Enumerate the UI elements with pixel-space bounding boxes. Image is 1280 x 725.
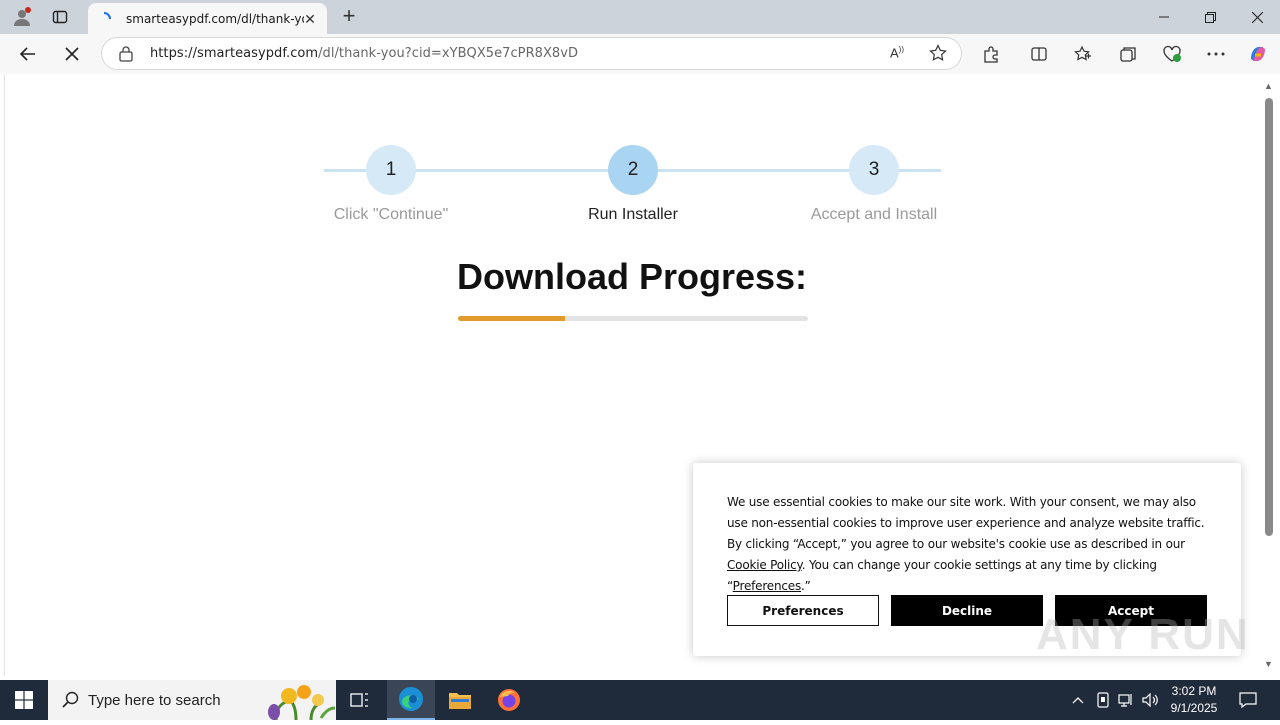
scroll-thumb[interactable] (1265, 98, 1273, 536)
network-icon[interactable] (1115, 680, 1137, 720)
preferences-link[interactable]: Preferences (733, 579, 802, 593)
step-1-label: Click "Continue" (333, 206, 449, 223)
cookie-consent-text: We use essential cookies to make our sit… (727, 495, 1205, 593)
device-icon[interactable] (1092, 680, 1114, 720)
stop-loading-button[interactable] (58, 40, 86, 68)
back-button[interactable] (14, 40, 42, 68)
volume-icon[interactable] (1139, 680, 1163, 720)
step-3-label: Accept and Install (810, 206, 938, 223)
task-view-icon[interactable] (336, 680, 384, 720)
search-highlight-flowers-icon (256, 682, 336, 725)
favorites-icon[interactable] (1069, 40, 1097, 68)
scroll-down-arrow-icon[interactable]: ▼ (1263, 659, 1274, 669)
decline-button[interactable]: Decline (891, 595, 1043, 626)
browser-essentials-icon[interactable] (1158, 40, 1186, 68)
extensions-icon[interactable] (977, 40, 1005, 68)
clock-time: 3:02 PM (1171, 684, 1217, 698)
download-progress-title: Download Progress: (456, 256, 808, 297)
windows-taskbar: Type here to search 3:02 PM 9/1/2025 (0, 680, 1280, 721)
settings-more-icon[interactable] (1202, 40, 1230, 68)
browser-tab[interactable]: smarteasypdf.com/dl/thank-you?c ✕ (88, 3, 327, 34)
url-text[interactable]: https://smarteasypdf.com/dl/thank-you?ci… (150, 46, 578, 61)
cookie-policy-link[interactable]: Cookie Policy (727, 558, 802, 572)
show-hidden-icons-chevron-icon[interactable] (1066, 680, 1090, 720)
new-tab-button[interactable]: + (338, 5, 360, 27)
scroll-up-arrow-icon[interactable]: ▲ (1263, 81, 1274, 91)
start-button[interactable] (0, 680, 48, 720)
download-progress-bar (458, 316, 808, 321)
firefox-icon[interactable] (485, 680, 533, 720)
step-3-circle: 3 (849, 145, 899, 195)
anyrun-watermark: ANY RUN (1036, 610, 1250, 659)
browser-toolbar: https://smarteasypdf.com/dl/thank-you?ci… (0, 34, 1280, 74)
search-icon (62, 691, 79, 713)
search-placeholder: Type here to search (88, 691, 221, 709)
taskbar-search-box[interactable]: Type here to search (48, 680, 336, 721)
step-2-label: Run Installer (588, 206, 678, 223)
page-scrollbar[interactable]: ▲ ▼ (1261, 78, 1276, 672)
file-explorer-icon[interactable] (436, 680, 484, 720)
clock-date: 9/1/2025 (1170, 701, 1218, 715)
step-2-circle: 2 (608, 145, 658, 195)
preferences-button[interactable]: Preferences (727, 595, 879, 626)
close-window-button[interactable] (1234, 0, 1280, 34)
browser-tab-bar: smarteasypdf.com/dl/thank-you?c ✕ + (0, 0, 1280, 34)
profile-icon[interactable] (10, 5, 34, 29)
restore-button[interactable] (1187, 0, 1233, 34)
edge-taskbar-icon[interactable] (387, 680, 435, 720)
taskbar-clock[interactable]: 3:02 PM 9/1/2025 (1166, 683, 1222, 717)
favorite-star-icon[interactable] (929, 44, 947, 67)
loading-favicon-icon (96, 11, 112, 27)
download-progress-fill (458, 316, 565, 321)
read-aloud-icon[interactable]: A)) (890, 45, 904, 60)
tab-title: smarteasypdf.com/dl/thank-you?c (126, 11, 304, 26)
split-screen-icon[interactable] (1025, 40, 1053, 68)
address-bar[interactable]: https://smarteasypdf.com/dl/thank-you?ci… (101, 37, 962, 70)
tab-close-icon[interactable]: ✕ (301, 10, 319, 28)
collections-icon[interactable] (1114, 40, 1142, 68)
tab-actions-icon[interactable] (48, 5, 72, 29)
copilot-icon[interactable] (1244, 40, 1272, 68)
notifications-icon[interactable] (1234, 680, 1262, 720)
minimize-button[interactable] (1141, 0, 1187, 34)
step-1-circle: 1 (366, 145, 416, 195)
site-info-icon[interactable] (118, 46, 134, 67)
